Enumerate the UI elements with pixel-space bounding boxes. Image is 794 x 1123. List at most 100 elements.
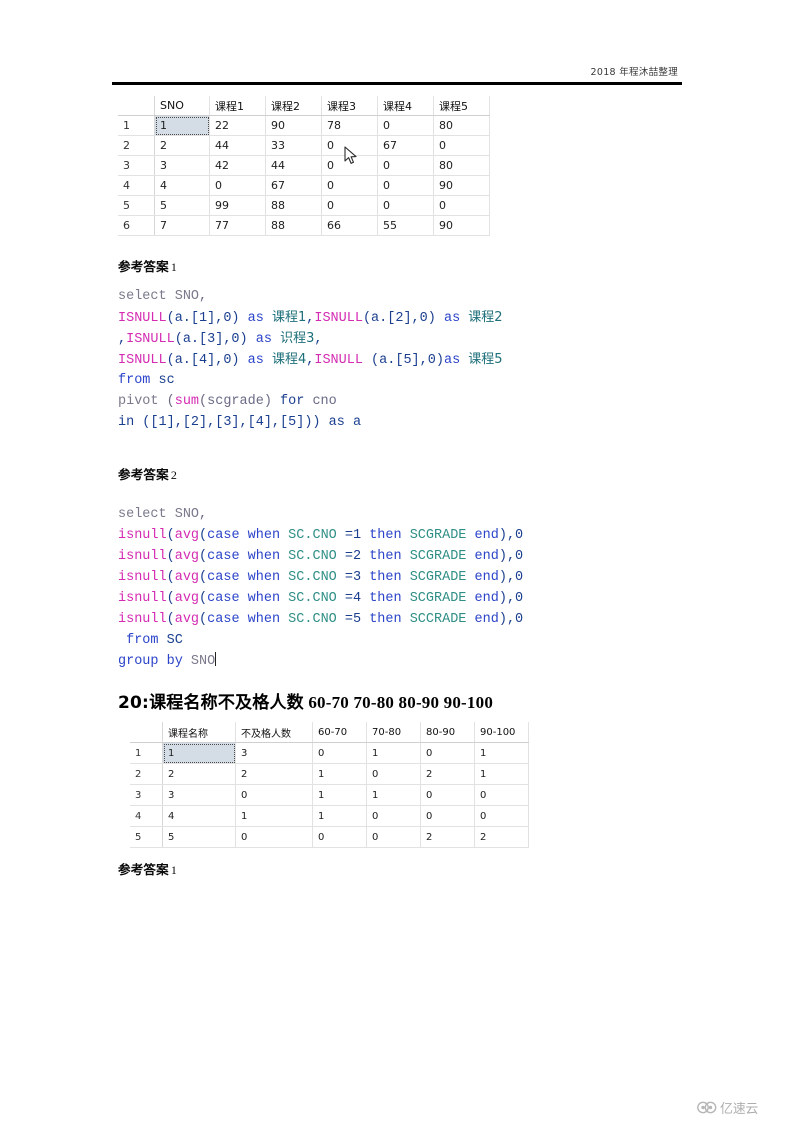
table-cell[interactable]: 4 xyxy=(162,805,236,827)
table-cell[interactable]: 2 xyxy=(162,763,236,785)
table-cell[interactable]: 42 xyxy=(209,155,266,176)
table-cell[interactable]: 4 xyxy=(154,175,210,196)
table-cell[interactable]: 78 xyxy=(321,115,378,136)
column-header[interactable]: 课程1 xyxy=(209,96,266,116)
table-cell[interactable]: 0 xyxy=(321,155,378,176)
row-header-cell[interactable]: 4 xyxy=(130,805,163,827)
table-cell[interactable]: 0 xyxy=(312,742,367,764)
table-cell[interactable]: 2 xyxy=(474,826,529,848)
column-header[interactable]: SNO xyxy=(154,96,210,116)
pivot-result-grid[interactable]: SNO 课程1 课程2 课程3 课程4 课程5 1 1 22 90 78 0 80 2 2 44 33 0 67 0… xyxy=(118,96,490,236)
table-cell[interactable]: 2 xyxy=(154,135,210,156)
table-cell[interactable]: 7 xyxy=(154,215,210,236)
table-cell[interactable]: 0 xyxy=(321,135,378,156)
column-header[interactable]: 课程3 xyxy=(321,96,378,116)
table-cell[interactable]: 0 xyxy=(366,763,421,785)
table-cell[interactable]: 1 xyxy=(235,805,313,827)
table-cell[interactable]: 0 xyxy=(321,175,378,196)
table-cell[interactable]: 0 xyxy=(209,175,266,196)
table-cell[interactable]: 80 xyxy=(433,115,490,136)
table-cell[interactable]: 1 xyxy=(312,784,367,806)
table-row[interactable]: 6 7 77 88 66 55 90 xyxy=(118,215,490,236)
row-header-cell[interactable]: 6 xyxy=(118,215,155,236)
table-cell[interactable]: 0 xyxy=(366,826,421,848)
column-header[interactable]: 60-70 xyxy=(312,722,367,743)
table-row[interactable]: 3301100 xyxy=(130,784,529,806)
row-header-cell[interactable]: 1 xyxy=(130,742,163,764)
table-cell[interactable]: 1 xyxy=(474,742,529,764)
table-cell[interactable]: 0 xyxy=(377,115,434,136)
table-cell[interactable]: 0 xyxy=(420,805,475,827)
table-cell[interactable]: 0 xyxy=(235,826,313,848)
table-cell[interactable]: 44 xyxy=(209,135,266,156)
row-header-cell[interactable]: 5 xyxy=(118,195,155,216)
row-header-cell[interactable]: 2 xyxy=(118,135,155,156)
table-cell[interactable]: 77 xyxy=(209,215,266,236)
table-cell[interactable]: 1 xyxy=(154,115,210,136)
table-cell[interactable]: 55 xyxy=(377,215,434,236)
table-cell[interactable]: 1 xyxy=(474,763,529,785)
table-cell[interactable]: 2 xyxy=(420,763,475,785)
fail-count-result-grid[interactable]: 课程名称 不及格人数 60-70 70-80 80-90 90-100 113010122… xyxy=(130,722,529,848)
table-cell[interactable]: 88 xyxy=(265,215,322,236)
column-header[interactable]: 课程名称 xyxy=(162,722,236,743)
table-cell[interactable]: 2 xyxy=(420,826,475,848)
row-header-cell[interactable]: 5 xyxy=(130,826,163,848)
table-row[interactable]: 3 3 42 44 0 0 80 xyxy=(118,155,490,176)
column-header[interactable]: 70-80 xyxy=(366,722,421,743)
table-cell[interactable]: 90 xyxy=(265,115,322,136)
row-header-cell[interactable]: 3 xyxy=(118,155,155,176)
row-header-cell[interactable]: 4 xyxy=(118,175,155,196)
table-cell[interactable]: 3 xyxy=(235,742,313,764)
table-row[interactable]: 1 1 22 90 78 0 80 xyxy=(118,115,490,136)
table-cell[interactable]: 44 xyxy=(265,155,322,176)
table-row[interactable]: 1130101 xyxy=(130,742,529,764)
table-cell[interactable]: 0 xyxy=(377,155,434,176)
table-cell[interactable]: 90 xyxy=(433,175,490,196)
table-cell[interactable]: 22 xyxy=(209,115,266,136)
table-cell[interactable]: 1 xyxy=(312,763,367,785)
table-cell[interactable]: 67 xyxy=(377,135,434,156)
table-cell[interactable]: 0 xyxy=(321,195,378,216)
table-row[interactable]: 2221021 xyxy=(130,763,529,785)
table-cell[interactable]: 0 xyxy=(420,742,475,764)
table-cell[interactable]: 80 xyxy=(433,155,490,176)
column-header[interactable]: 90-100 xyxy=(474,722,529,743)
table-cell[interactable]: 1 xyxy=(366,784,421,806)
table-cell[interactable]: 1 xyxy=(366,742,421,764)
table-cell[interactable]: 0 xyxy=(474,805,529,827)
table-cell[interactable]: 0 xyxy=(474,784,529,806)
row-header-cell[interactable]: 3 xyxy=(130,784,163,806)
table-row[interactable]: 2 2 44 33 0 67 0 xyxy=(118,135,490,156)
table-cell[interactable]: 3 xyxy=(162,784,236,806)
table-cell[interactable]: 1 xyxy=(162,742,236,764)
table-cell[interactable]: 5 xyxy=(154,195,210,216)
table-row[interactable]: 4411000 xyxy=(130,805,529,827)
table-cell[interactable]: 2 xyxy=(235,763,313,785)
table-row[interactable]: 5 5 99 88 0 0 0 xyxy=(118,195,490,216)
column-header[interactable]: 课程5 xyxy=(433,96,490,116)
table-cell[interactable]: 3 xyxy=(154,155,210,176)
table-row[interactable]: 4 4 0 67 0 0 90 xyxy=(118,175,490,196)
table-cell[interactable]: 0 xyxy=(235,784,313,806)
table-cell[interactable]: 90 xyxy=(433,215,490,236)
table-cell[interactable]: 0 xyxy=(377,175,434,196)
column-header[interactable]: 不及格人数 xyxy=(235,722,313,743)
row-header-cell[interactable]: 1 xyxy=(118,115,155,136)
table-cell[interactable]: 66 xyxy=(321,215,378,236)
table-cell[interactable]: 0 xyxy=(420,784,475,806)
column-header[interactable]: 课程4 xyxy=(377,96,434,116)
table-cell[interactable]: 67 xyxy=(265,175,322,196)
table-row[interactable]: 5500022 xyxy=(130,826,529,848)
table-cell[interactable]: 0 xyxy=(433,135,490,156)
table-cell[interactable]: 5 xyxy=(162,826,236,848)
table-cell[interactable]: 99 xyxy=(209,195,266,216)
table-cell[interactable]: 0 xyxy=(377,195,434,216)
row-header-cell[interactable]: 2 xyxy=(130,763,163,785)
column-header[interactable]: 课程2 xyxy=(265,96,322,116)
table-cell[interactable]: 33 xyxy=(265,135,322,156)
table-cell[interactable]: 0 xyxy=(366,805,421,827)
table-cell[interactable]: 0 xyxy=(433,195,490,216)
table-cell[interactable]: 0 xyxy=(312,826,367,848)
column-header[interactable]: 80-90 xyxy=(420,722,475,743)
